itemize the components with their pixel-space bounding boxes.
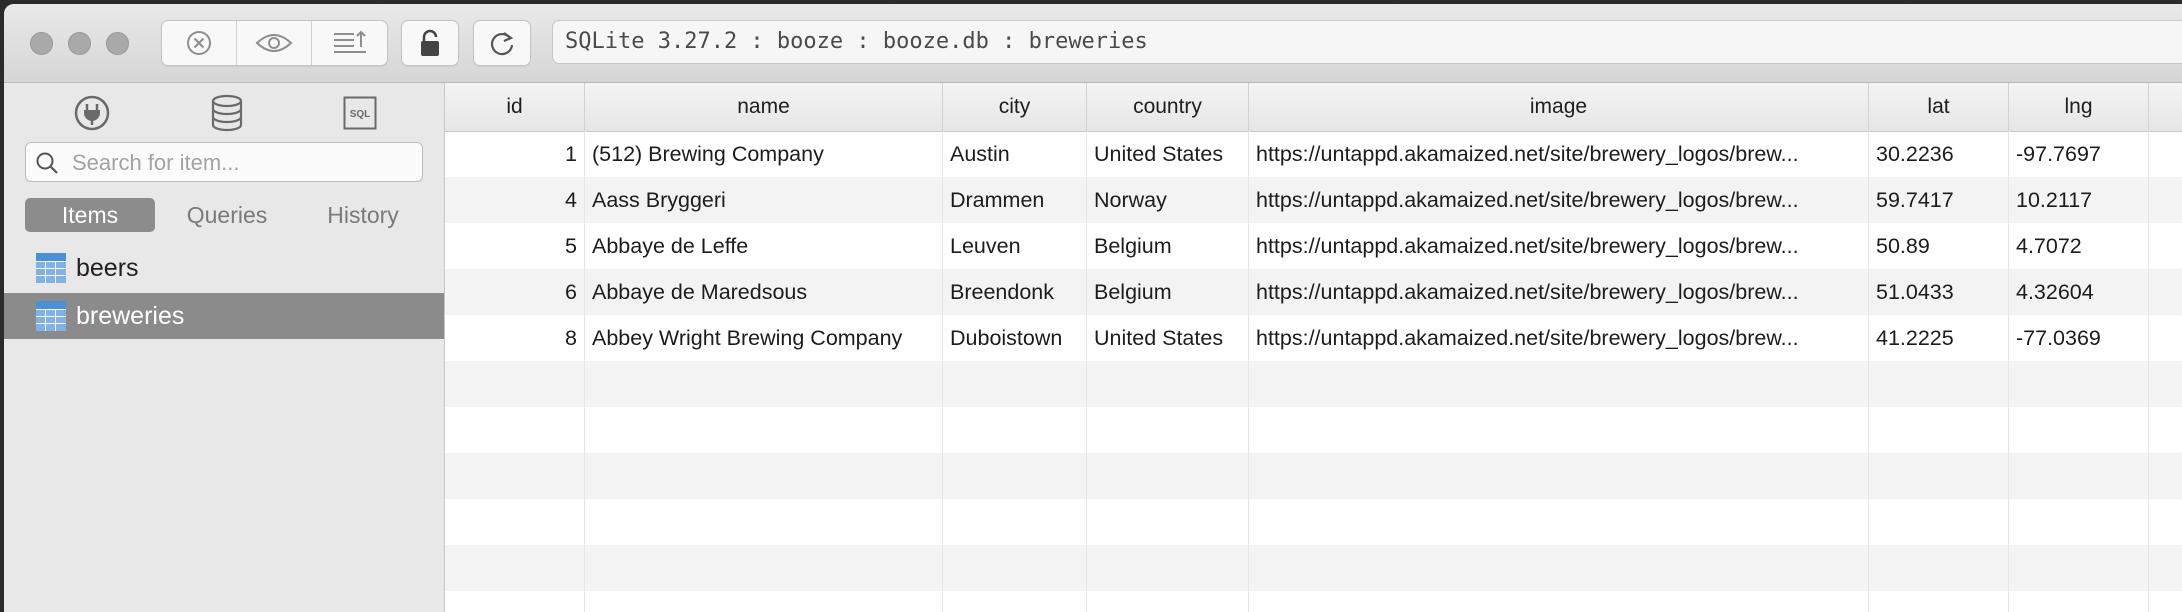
column-header-country[interactable]: country (1087, 83, 1249, 131)
export-icon (333, 30, 366, 53)
clear-icon (187, 31, 211, 55)
cell-lat[interactable]: 50.89 (1869, 223, 2009, 269)
sidebar-item-label: breweries (76, 301, 185, 330)
empty-row (445, 407, 2182, 453)
tab-items[interactable]: Items (25, 198, 155, 232)
cell-country[interactable]: Belgium (1087, 269, 1249, 315)
database-tab[interactable] (207, 93, 247, 133)
grid-header: id name city country image lat lng (445, 83, 2182, 132)
cell-id[interactable]: 1 (445, 131, 585, 177)
data-grid[interactable]: id name city country image lat lng 1 (51… (445, 83, 2182, 612)
cell-lat[interactable]: 30.2236 (1869, 131, 2009, 177)
cell-name[interactable]: Aass Bryggeri (585, 177, 943, 223)
cell-name[interactable]: (512) Brewing Company (585, 131, 943, 177)
search-icon (36, 152, 58, 174)
lock-button[interactable] (401, 20, 459, 66)
cell-country[interactable]: Belgium (1087, 223, 1249, 269)
refresh-icon (490, 32, 514, 56)
table-row[interactable]: 8 Abbey Wright Brewing Company Duboistow… (445, 315, 2182, 361)
table-icon (36, 301, 66, 331)
refresh-button[interactable] (473, 20, 531, 66)
zoom-window-button[interactable] (106, 32, 129, 55)
cell-city[interactable]: Drammen (943, 177, 1087, 223)
clear-button[interactable] (162, 21, 237, 65)
cell-image[interactable]: https://untappd.akamaized.net/site/brewe… (1249, 269, 1869, 315)
cell-city[interactable]: Breendonk (943, 269, 1087, 315)
cell-image[interactable]: https://untappd.akamaized.net/site/brewe… (1249, 131, 1869, 177)
cell-lat[interactable]: 41.2225 (1869, 315, 2009, 361)
cell-lat[interactable]: 59.7417 (1869, 177, 2009, 223)
cell-country[interactable]: United States (1087, 315, 1249, 361)
minimize-window-button[interactable] (68, 32, 91, 55)
database-icon (211, 94, 243, 132)
table-icon (36, 253, 66, 283)
column-header-lng[interactable]: lng (2009, 83, 2149, 131)
sidebar-item-breweries[interactable]: breweries (4, 293, 444, 339)
cell-id[interactable]: 6 (445, 269, 585, 315)
sidebar: SQL Items Queries History beers (4, 83, 445, 612)
table-row[interactable]: 5 Abbaye de Leffe Leuven Belgium https:/… (445, 223, 2182, 269)
empty-row (445, 591, 2182, 612)
lock-icon (421, 29, 439, 56)
cell-name[interactable]: Abbaye de Leffe (585, 223, 943, 269)
tab-queries[interactable]: Queries (162, 198, 292, 232)
svg-text:SQL: SQL (350, 109, 371, 120)
cell-id[interactable]: 8 (445, 315, 585, 361)
cell-id[interactable]: 5 (445, 223, 585, 269)
cell-lat[interactable]: 51.0433 (1869, 269, 2009, 315)
cell-image[interactable]: https://untappd.akamaized.net/site/brewe… (1249, 177, 1869, 223)
view-button[interactable] (237, 21, 312, 65)
app-window: SQLite 3.27.2 : booze : booze.db : brewe… (4, 4, 2182, 612)
cell-city[interactable]: Duboistown (943, 315, 1087, 361)
cell-id[interactable]: 4 (445, 177, 585, 223)
column-header-lat[interactable]: lat (1869, 83, 2009, 131)
tab-history[interactable]: History (298, 198, 428, 232)
cell-lng[interactable]: -77.0369 (2009, 315, 2149, 361)
table-row[interactable]: 4 Aass Bryggeri Drammen Norway https://u… (445, 177, 2182, 223)
column-header-filler (2149, 83, 2182, 131)
column-header-image[interactable]: image (1249, 83, 1869, 131)
column-header-city[interactable]: city (943, 83, 1087, 131)
export-button[interactable] (312, 21, 387, 65)
eye-icon (255, 34, 293, 52)
table-row[interactable]: 6 Abbaye de Maredsous Breendonk Belgium … (445, 269, 2182, 315)
cell-name[interactable]: Abbaye de Maredsous (585, 269, 943, 315)
search-field[interactable] (25, 142, 423, 182)
cell-name[interactable]: Abbey Wright Brewing Company (585, 315, 943, 361)
cell-city[interactable]: Leuven (943, 223, 1087, 269)
sidebar-item-beers[interactable]: beers (4, 245, 444, 291)
connection-title: SQLite 3.27.2 : booze : booze.db : brewe… (552, 20, 2182, 64)
cell-lng[interactable]: 4.32604 (2009, 269, 2149, 315)
empty-row (445, 361, 2182, 407)
plug-icon (74, 95, 110, 131)
column-header-name[interactable]: name (585, 83, 943, 131)
sql-icon: SQL (343, 96, 377, 130)
toolbar: SQLite 3.27.2 : booze : booze.db : brewe… (4, 4, 2182, 83)
sidebar-item-label: beers (76, 253, 139, 282)
column-header-id[interactable]: id (445, 83, 585, 131)
sql-tab[interactable]: SQL (340, 93, 380, 133)
empty-row (445, 499, 2182, 545)
empty-row (445, 453, 2182, 499)
cell-image[interactable]: https://untappd.akamaized.net/site/brewe… (1249, 315, 1869, 361)
toolbar-button-group (161, 20, 388, 66)
cell-city[interactable]: Austin (943, 131, 1087, 177)
cell-lng[interactable]: 10.2117 (2009, 177, 2149, 223)
cell-lng[interactable]: -97.7697 (2009, 131, 2149, 177)
cell-country[interactable]: Norway (1087, 177, 1249, 223)
search-input[interactable] (70, 147, 414, 179)
close-window-button[interactable] (30, 32, 53, 55)
connections-tab[interactable] (72, 93, 112, 133)
empty-row (445, 545, 2182, 591)
cell-country[interactable]: United States (1087, 131, 1249, 177)
cell-lng[interactable]: 4.7072 (2009, 223, 2149, 269)
table-row[interactable]: 1 (512) Brewing Company Austin United St… (445, 131, 2182, 177)
cell-image[interactable]: https://untappd.akamaized.net/site/brewe… (1249, 223, 1869, 269)
